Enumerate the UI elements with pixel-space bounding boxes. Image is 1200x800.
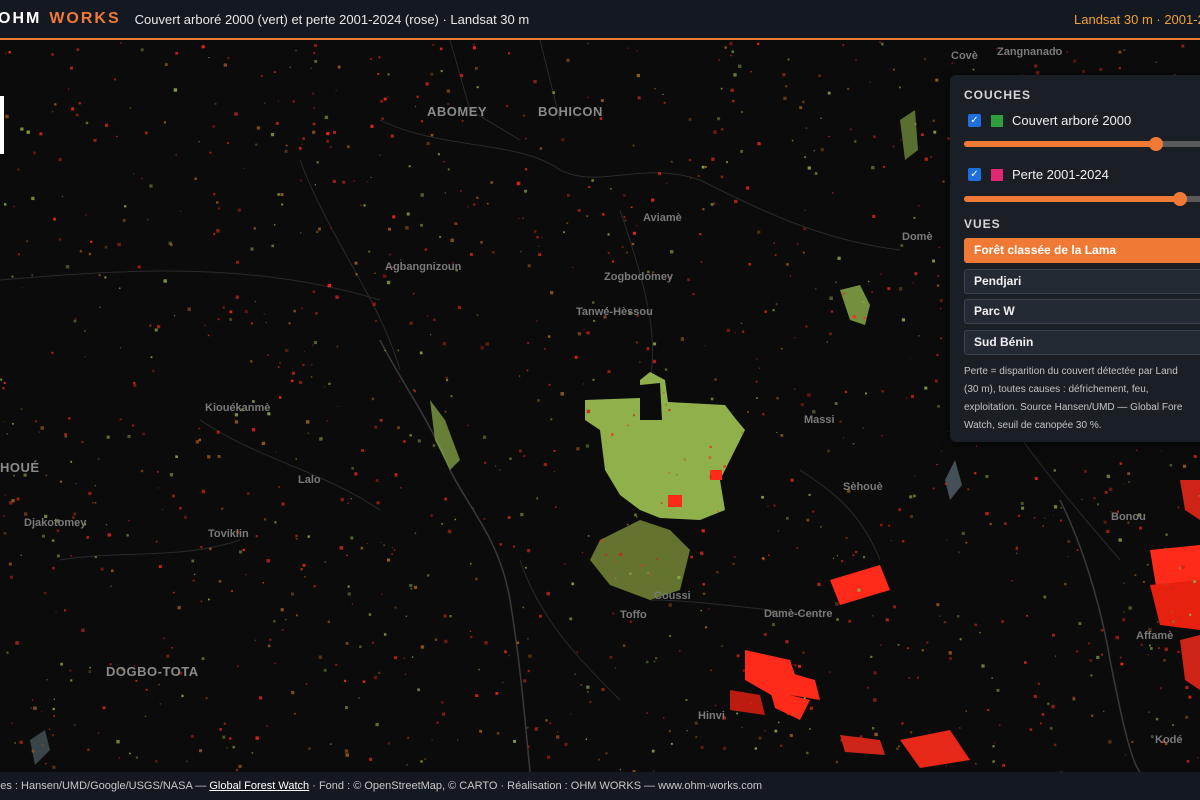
slider-fill [964,196,1180,202]
zoom-control[interactable] [0,96,4,154]
tree-cover-layer [430,110,918,600]
note-line: exploitation. Source Hansen/UMD — Global… [964,402,1183,413]
view-button-parc-w[interactable]: Parc W [964,299,1200,324]
tree-cover-swatch [991,114,1003,127]
lake-shape [945,460,962,500]
brand-part1: OHM [0,10,42,27]
tree-cover-label: Couvert arboré 2000 [1012,113,1132,128]
lagoon-shape [30,730,50,765]
loss-label: Perte 2001-2024 [1012,167,1109,182]
place-label: Toffo [620,609,647,621]
place-label: Agbangnizoun [385,261,462,273]
loss-opacity-slider[interactable] [964,192,1200,206]
slider-fill [964,141,1156,147]
tree-cover-checkbox[interactable]: ✓ [968,114,981,127]
view-button-lama[interactable]: Forêt classée de la Lama [964,238,1200,263]
attribution-footer: nées : Hansen/UMD/Google/USGS/NASA — Glo… [0,772,1200,800]
place-label: Affamè [1136,630,1174,642]
place-label: Kiouékanmè [205,402,271,414]
place-label: Bonou [1111,511,1146,523]
layer-toggle-loss[interactable]: ✓ Perte 2001-2024 [968,167,1109,182]
place-label: Hinvi [698,710,725,722]
place-label: Sèhouè [843,481,883,493]
note-line: Perte = disparition du couvert détectée … [964,366,1178,377]
map-subtitle: Couvert arboré 2000 (vert) et perte 2001… [134,11,530,27]
layers-heading: COUCHES [964,88,1032,102]
place-label: Zogbodomey [604,271,674,283]
view-button-sud-benin[interactable]: Sud Bénin [964,330,1200,355]
attribution-text: nées : Hansen/UMD/Google/USGS/NASA — [0,780,210,792]
place-label: BOHICON [538,104,603,119]
top-bar: OHM WORKS Couvert arboré 2000 (vert) et p… [0,0,1200,40]
slider-handle[interactable] [1173,192,1187,206]
views-heading: VUES [964,217,1001,231]
place-label: Covè [951,50,978,62]
loss-swatch [991,168,1003,181]
place-label: ABOMEY [427,104,488,119]
place-label: Toviklin [208,528,249,540]
tree-cover-opacity-slider[interactable] [964,137,1200,151]
place-label: DOGBO-TOTA [106,664,199,679]
methodology-note: Perte = disparition du couvert détectée … [964,363,1200,435]
place-label: Coussi [654,590,691,602]
place-label: Kodé [1155,734,1183,746]
place-label: HOUÉ [0,460,40,475]
place-label: Zangnanado [997,46,1063,58]
slider-handle[interactable] [1149,137,1163,151]
brand-logo[interactable]: OHM WORKS [0,10,121,28]
place-label: Djakotomey [24,517,87,529]
place-label: Massi [804,414,835,426]
place-label: Tanwé-Hèssou [576,306,653,318]
note-line: Watch, seuil de canopée 30 %. [964,420,1102,431]
note-line: (30 m), toutes causes : défrichement, fe… [964,384,1149,395]
data-source-label: Landsat 30 m · 2001-2 [1074,12,1200,27]
layers-panel: COUCHES ✓ Couvert arboré 2000 ✓ Perte 20… [950,75,1200,442]
view-button-pendjari[interactable]: Pendjari [964,269,1200,294]
place-label: Aviamè [643,212,682,224]
gfw-link[interactable]: Global Forest Watch [209,780,309,792]
place-label: Damè-Centre [764,608,833,620]
loss-checkbox[interactable]: ✓ [968,168,981,181]
place-label: Lalo [298,474,321,486]
layer-toggle-tree-cover[interactable]: ✓ Couvert arboré 2000 [968,113,1131,128]
brand-part2: WORKS [49,10,121,27]
attribution-text-2: · Fond : © OpenStreetMap, © CARTO · Réal… [309,780,763,792]
place-label: Domè [902,231,933,243]
